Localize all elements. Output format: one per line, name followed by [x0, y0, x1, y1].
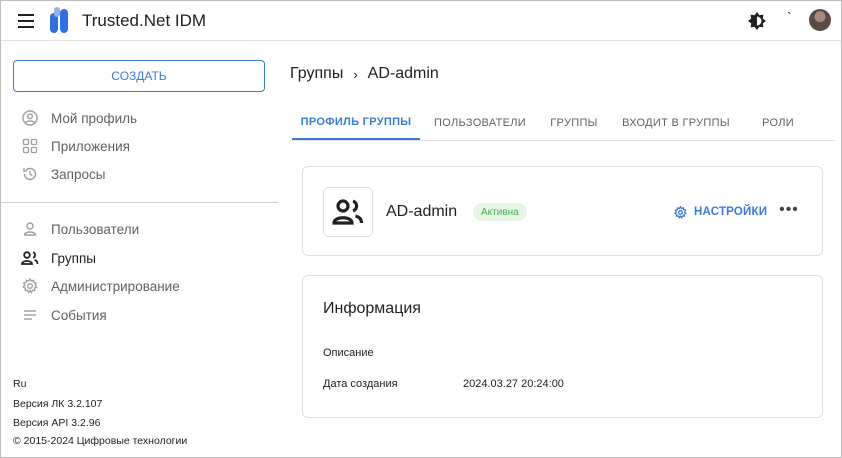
sidebar-item-my-profile[interactable]: Мой профиль: [13, 107, 137, 129]
tab-group-profile[interactable]: ПРОФИЛЬ ГРУППЫ: [292, 106, 420, 140]
history-icon: [21, 165, 39, 183]
logo-icon: [50, 7, 68, 33]
group-icon: [21, 249, 39, 267]
tab-users[interactable]: ПОЛЬЗОВАТЕЛИ: [430, 106, 530, 140]
events-icon: [21, 306, 39, 324]
apps-icon: [21, 137, 39, 155]
group-name: AD-admin: [386, 203, 458, 220]
profile-icon: [21, 109, 39, 127]
sidebar-item-label: Группы: [51, 250, 96, 266]
tick-mark: `: [787, 9, 792, 25]
tab-roles[interactable]: РОЛИ: [752, 106, 804, 140]
theme-toggle-icon[interactable]: [747, 11, 767, 31]
top-bar: Trusted.Net IDM `: [1, 1, 841, 41]
create-button[interactable]: СОЗДАТЬ: [13, 60, 265, 92]
app-title: Trusted.Net IDM: [82, 11, 207, 30]
sidebar-item-requests[interactable]: Запросы: [13, 163, 105, 185]
hamburger-menu-icon[interactable]: [18, 14, 34, 28]
group-header-card: AD-admin Активна НАСТРОЙКИ •••: [302, 166, 823, 256]
sidebar-item-label: Мой профиль: [51, 110, 138, 126]
settings-button[interactable]: НАСТРОЙКИ: [674, 203, 767, 221]
info-card: Информация Описание Дата создания 2024.0…: [302, 275, 823, 418]
tab-member-of[interactable]: ВХОДИТ В ГРУППЫ: [616, 106, 736, 140]
sidebar-item-label: События: [51, 307, 107, 323]
sidebar: СОЗДАТЬ Мой профиль Приложения Запросы П…: [1, 42, 278, 457]
sidebar-item-label: Приложения: [51, 138, 130, 154]
gear-icon: [674, 205, 687, 219]
user-avatar[interactable]: [809, 9, 831, 31]
created-date-label: Дата создания: [323, 378, 398, 390]
copyright: © 2015-2024 Цифровые технологии: [13, 435, 188, 447]
sidebar-item-label: Пользователи: [51, 221, 140, 237]
info-title: Информация: [323, 300, 421, 317]
sidebar-item-apps[interactable]: Приложения: [13, 135, 130, 157]
settings-label: НАСТРОЙКИ: [694, 206, 768, 218]
created-date-value: 2024.03.27 20:24:00: [463, 378, 564, 390]
lk-version: Версия ЛК 3.2.107: [13, 398, 103, 410]
status-badge: Активна: [473, 203, 527, 221]
sidebar-item-label: Администрирование: [51, 278, 180, 294]
tab-bar: ПРОФИЛЬ ГРУППЫ ПОЛЬЗОВАТЕЛИ ГРУППЫ ВХОДИ…: [290, 106, 835, 141]
breadcrumb-parent[interactable]: Группы: [290, 65, 343, 83]
api-version: Версия API 3.2.96: [13, 417, 101, 429]
group-icon: [332, 199, 364, 225]
group-avatar: [323, 187, 373, 237]
sidebar-item-groups[interactable]: Группы: [13, 247, 96, 269]
breadcrumb: Группы › AD-admin: [290, 65, 439, 83]
description-label: Описание: [323, 347, 374, 359]
gear-icon: [21, 277, 39, 295]
more-options-icon[interactable]: •••: [779, 199, 799, 221]
tab-groups[interactable]: ГРУППЫ: [540, 106, 608, 140]
sidebar-item-events[interactable]: События: [13, 304, 107, 326]
sidebar-item-administration[interactable]: Администрирование: [13, 275, 180, 297]
user-icon: [21, 220, 39, 238]
breadcrumb-current: AD-admin: [367, 65, 439, 82]
chevron-right-icon: ›: [353, 66, 358, 82]
sidebar-divider: [1, 202, 278, 203]
sidebar-item-users[interactable]: Пользователи: [13, 218, 139, 240]
language-switch[interactable]: Ru: [13, 378, 26, 390]
sidebar-item-label: Запросы: [51, 166, 106, 182]
